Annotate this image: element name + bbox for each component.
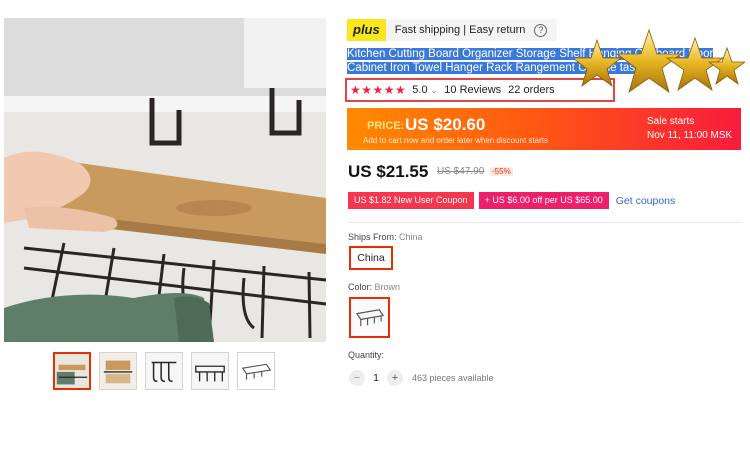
divider (348, 222, 742, 223)
quantity-decrease-button[interactable]: − (349, 370, 365, 386)
new-user-coupon[interactable]: US $1.82 New User Coupon (348, 192, 474, 209)
stock-available: 463 pieces available (412, 373, 494, 383)
ships-from-value: China (399, 232, 423, 242)
reviews-link[interactable]: 10 Reviews (444, 84, 501, 96)
quantity-increase-button[interactable]: + (387, 370, 403, 386)
thumbnail-3[interactable] (145, 352, 183, 390)
plus-badge: plus (347, 19, 386, 41)
color-label-text: Color: (348, 282, 373, 292)
ships-from-label: Ships From: China (348, 232, 423, 242)
color-value: Brown (374, 282, 401, 292)
thumbnail-4[interactable] (191, 352, 229, 390)
ships-from-label-text: Ships From: (348, 232, 397, 242)
promo-note: Add to cart now and order later when dis… (363, 136, 548, 145)
promo-price-label: PRICE: (367, 120, 405, 132)
shipping-info-bar: plus Fast shipping | Easy return ? (347, 19, 558, 41)
thumbnail-1[interactable] (53, 352, 91, 390)
rating-score[interactable]: 5.0 (412, 84, 427, 96)
coupon-row: US $1.82 New User Coupon + US $6.00 off … (348, 192, 675, 209)
color-swatch-brown[interactable] (349, 297, 390, 338)
quantity-stepper: − 1 + 463 pieces available (349, 370, 494, 386)
store-coupon[interactable]: + US $6.00 off per US $65.00 (478, 192, 609, 209)
quantity-label: Quantity: (348, 350, 385, 360)
ships-from-option-china[interactable]: China (349, 246, 393, 270)
main-product-image[interactable] (4, 18, 326, 342)
current-price: US $21.55 (348, 162, 429, 181)
gold-stars-decoration-icon (575, 28, 745, 93)
original-price: US $47.90 (437, 166, 485, 177)
orders-count: 22 orders (508, 84, 555, 96)
shipping-text: Fast shipping | Easy return (394, 24, 526, 36)
rating-stars-icon: ★★★★★ (350, 83, 407, 97)
chevron-down-icon[interactable]: ⌄ (431, 86, 438, 95)
thumbnail-2[interactable] (99, 352, 137, 390)
thumbnail-5[interactable] (237, 352, 275, 390)
help-icon[interactable]: ? (534, 23, 548, 37)
thumbnail-strip (53, 352, 275, 390)
quantity-input[interactable]: 1 (365, 372, 387, 384)
color-label: Color: Brown (348, 282, 400, 292)
sale-start-time: Nov 11, 11:00 MSK (647, 130, 733, 141)
get-coupons-link[interactable]: Get coupons (616, 195, 676, 207)
discount-badge: -55% (490, 167, 513, 176)
promo-price-value: US $20.60 (405, 115, 486, 134)
